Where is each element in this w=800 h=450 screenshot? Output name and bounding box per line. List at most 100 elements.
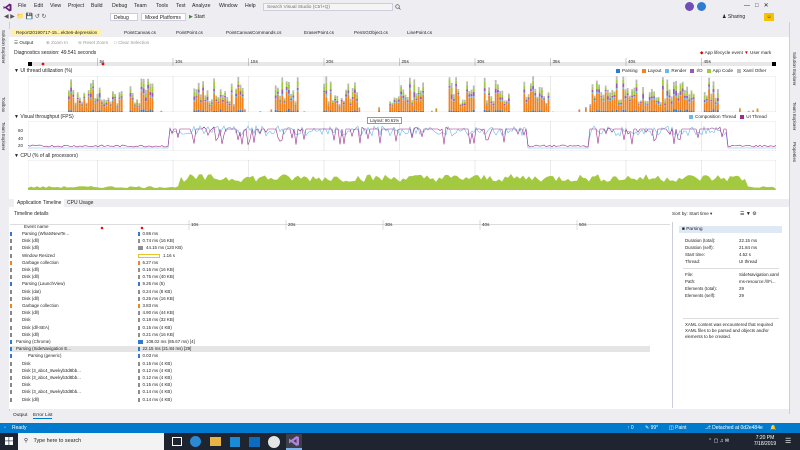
filter-icon[interactable]: ☰ ▼ ⚙ (740, 211, 757, 217)
doc-tab[interactable]: PenSGObject.cs (350, 29, 392, 36)
cpu-chart[interactable] (28, 160, 776, 190)
clear-selection-button[interactable]: □ Clear Selection (114, 40, 149, 45)
menu-item-file[interactable]: File (18, 3, 26, 11)
store-icon[interactable] (230, 437, 240, 447)
doc-tab[interactable]: PointCanvas.cs (120, 29, 160, 36)
list-item[interactable]: Disk (dll-SEA) 0.15 ms (4 KB) (10, 325, 650, 331)
menu-item-help[interactable]: Help (245, 3, 256, 11)
list-item[interactable]: Disk (3_abc4_8wekyb3d8bb... 0.12 ms (4 KB… (10, 368, 650, 374)
branch-status[interactable]: ⎇ Detached at 0d2e484e (705, 423, 763, 433)
window-controls[interactable]: — □ ✕ (744, 1, 800, 11)
mail-icon[interactable] (249, 437, 260, 447)
sharing-button[interactable]: ♟ Sharing (722, 13, 752, 21)
ui-util-bar (200, 97, 202, 101)
list-item[interactable]: Parsing (LaunchView) 9.26 ms (5) (10, 281, 650, 287)
menu-item-view[interactable]: View (50, 3, 61, 11)
menu-item-window[interactable]: Window (219, 3, 237, 11)
config-combo[interactable]: Debug (110, 13, 138, 21)
ruler-handle-right[interactable] (772, 62, 776, 66)
timeline-event-list[interactable]: Parsing (WhatsNewTe... 0.86 ms Disk (dll) 0… (0, 231, 670, 407)
list-item[interactable]: Parsing (generic) 0.03 ms (10, 353, 650, 359)
list-item[interactable]: Disk (3_abc4_8wekyb3d8bb... 0.12 ms (4 KB… (10, 375, 650, 381)
task-view-icon[interactable] (172, 437, 182, 446)
doc-tab[interactable]: PointCanvasCommands.cs (222, 29, 285, 36)
photos-icon[interactable] (268, 436, 280, 448)
ui-util-bar (703, 99, 706, 103)
list-item[interactable]: Disk (dll) 4.90 ms (44 KB) (10, 310, 650, 316)
clock[interactable]: 7:20 PM 7/18/2019 (752, 435, 778, 447)
up-arrow-icon[interactable]: ↑ 0 (627, 423, 634, 433)
list-item[interactable]: Disk (dll) 0.21 ms (16 KB) (10, 332, 650, 338)
list-item[interactable]: Disk (dll) 0.26 ms (16 KB) (10, 296, 650, 302)
tab-cpu-usage[interactable]: CPU Usage (64, 199, 96, 207)
solution-explorer-tab[interactable]: Solution Explorer (1, 30, 6, 63)
tab-output[interactable]: Output (13, 413, 27, 418)
ruler-handle-left[interactable] (28, 62, 32, 66)
right-team-explorer-tab[interactable]: Team Explorer (792, 102, 797, 130)
output-button[interactable]: ☰ Output (14, 40, 33, 46)
throughput-chart[interactable] (28, 121, 776, 151)
taskbar-search[interactable]: ⚲ Type here to search (18, 433, 164, 450)
menu-item-analyze[interactable]: Analyze (192, 3, 210, 11)
list-item[interactable]: Disk (dll) 0.14 ms (4 KB) (10, 397, 650, 403)
list-item[interactable]: Disk (dat) 0.24 ms (8 KB) (10, 289, 650, 295)
list-item[interactable]: Garbage collection 6.27 ms (10, 260, 650, 266)
notifications-icon[interactable]: 🔔 (770, 423, 776, 433)
avatar[interactable] (697, 2, 706, 11)
list-item[interactable]: Garbage collection 3.83 ms (10, 303, 650, 309)
file-explorer-icon[interactable] (210, 437, 221, 446)
list-item[interactable]: Disk (dll) 0.74 ms (16 KB) (10, 238, 650, 244)
doc-tab[interactable]: PointPoint.cs (172, 29, 207, 36)
edge-icon[interactable] (190, 436, 201, 447)
menu-item-build[interactable]: Build (91, 3, 103, 11)
platform-combo[interactable]: Mixed Platforms (141, 13, 186, 21)
action-center-icon[interactable]: ☰ (785, 437, 795, 447)
list-item[interactable]: Window Resized 1.16 s (10, 253, 650, 259)
menu-item-test[interactable]: Test (176, 3, 186, 11)
reset-zoom-button[interactable]: ⊖ Reset Zoom (78, 40, 108, 46)
list-item[interactable]: Disk (dll) 0.75 ms (40 KB) (10, 274, 650, 280)
team-explorer-tab[interactable]: Team Explorer (1, 122, 6, 150)
list-item[interactable]: Disk (dll) 44.15 ms (120 KB) (10, 245, 650, 251)
menu-item-tools[interactable]: Tools (156, 3, 168, 11)
properties-tab[interactable]: Properties (792, 142, 797, 162)
event-name-header[interactable]: Event name (24, 224, 49, 229)
list-item[interactable]: Disk (dll) 0.16 ms (16 KB) (10, 267, 650, 273)
tab-error-list[interactable]: Error List (33, 413, 53, 419)
list-item[interactable]: Disk 0.15 ms (4 KB) (10, 382, 650, 388)
repo-name[interactable]: ◫ Paint (669, 423, 687, 433)
doc-tab[interactable]: EraserPoint.cs (300, 29, 338, 36)
menu-item-project[interactable]: Project (68, 3, 84, 11)
doc-tab[interactable]: LinePoint.cs (403, 29, 436, 36)
pencil-icon[interactable]: ✎ 99* (645, 423, 658, 433)
event-name: Disk (dll) (22, 238, 40, 244)
system-tray[interactable]: ⌃ ▢ ♫ ✉ (708, 438, 729, 444)
list-item[interactable]: Disk (3_abc4_8wekyb3d8bb... 0.14 ms (4 KB… (10, 389, 650, 395)
windows-start-icon[interactable] (5, 437, 13, 445)
ui-util-chart[interactable] (28, 76, 776, 112)
event-duration: 0.21 ms (16 KB) (142, 331, 175, 337)
list-item[interactable]: Disk 0.18 ms (32 KB) (10, 317, 650, 323)
tab-application-timeline[interactable]: Application Timeline (14, 199, 65, 207)
sort-control[interactable]: Sort by: Start time ▾ (672, 211, 712, 217)
menu-item-debug[interactable]: Debug (112, 3, 127, 11)
ui-util-bar (637, 101, 640, 103)
start-button[interactable]: ▶ Start (189, 13, 217, 21)
feedback-button[interactable]: ☺ (764, 13, 774, 21)
ui-util-bar (677, 100, 680, 102)
list-item[interactable]: Parsing (SideNavigation E... 22.15 ms (21… (10, 346, 650, 353)
nav-back-forward[interactable]: ◀ ▶ 📁 💾 ↺ ↻ (4, 13, 47, 21)
list-item[interactable]: Disk 0.15 ms (4 KB) (10, 361, 650, 367)
timeline-ruler[interactable]: 5s 10s 15s 20s 25s 30s 35s 40s 45s (28, 56, 776, 66)
menu-item-team[interactable]: Team (134, 3, 147, 11)
right-solution-explorer-tab[interactable]: Solution Explorer (792, 52, 797, 85)
list-item[interactable]: Parsing (Chrome) 108.02 ms (85.67 ms) [4] (10, 339, 650, 345)
menu-item-edit[interactable]: Edit (34, 3, 43, 11)
list-item[interactable]: Parsing (WhatsNewTe... 0.86 ms (10, 231, 650, 237)
toolbox-tab[interactable]: Toolbox (1, 97, 6, 112)
visual-studio-taskbar-icon[interactable] (286, 434, 302, 450)
zoom-in-button[interactable]: ⊕ Zoom In (46, 40, 68, 46)
search-input[interactable]: Search Visual Studio (Ctrl+Q) (263, 3, 393, 11)
feedback-icon[interactable] (685, 2, 694, 11)
doc-tab-report[interactable]: Report20190717-15...ek3e6-depression (12, 29, 102, 36)
